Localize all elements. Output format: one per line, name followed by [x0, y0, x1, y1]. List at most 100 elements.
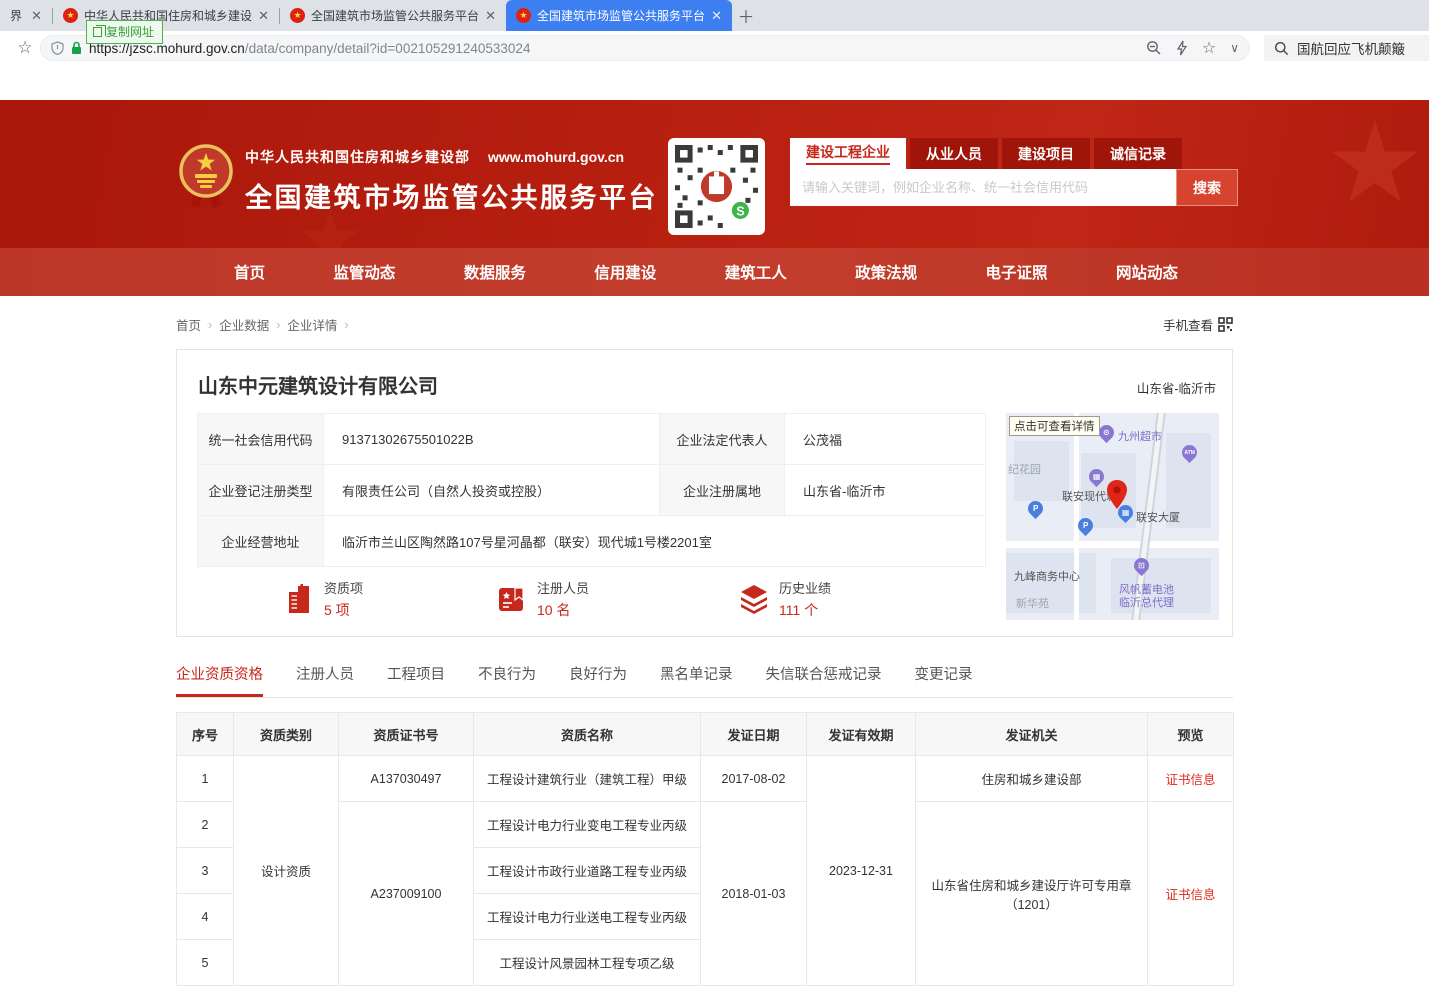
- header-qr-code: S: [668, 138, 765, 235]
- map-road: [1006, 541, 1219, 548]
- tab-qualifications[interactable]: 企业资质资格: [176, 663, 263, 697]
- certificate-info-link[interactable]: 证书信息: [1148, 756, 1234, 802]
- browser-tab-0[interactable]: 界 ✕: [0, 0, 52, 31]
- search-tab-project[interactable]: 建设项目: [1002, 138, 1090, 169]
- search-tab-credit[interactable]: 诚信记录: [1094, 138, 1182, 169]
- url-text: https://jzsc.mohurd.gov.cn/data/company/…: [89, 41, 1139, 56]
- header-search-module: 建设工程企业 从业人员 建设项目 诚信记录 搜索: [790, 138, 1238, 206]
- map-label: 纪花园: [1008, 461, 1041, 477]
- tab-close-icon[interactable]: ✕: [485, 8, 496, 24]
- nav-item-policy[interactable]: 政策法规: [855, 261, 917, 283]
- copy-icon: [93, 27, 102, 37]
- cell-qual-name: 工程设计电力行业变电工程专业丙级: [474, 802, 701, 848]
- table-row: 企业登记注册类型 有限责任公司（自然人投资或控股） 企业注册属地 山东省-临沂市: [198, 465, 986, 516]
- nav-item-home[interactable]: 首页: [234, 261, 265, 283]
- breadcrumb-company-data[interactable]: 企业数据: [219, 315, 269, 334]
- stat-registered-personnel[interactable]: 注册人员10 名: [498, 578, 589, 620]
- legal-rep-value: 公茂福: [785, 414, 986, 465]
- stat-label: 历史业绩: [779, 578, 831, 597]
- lightning-icon[interactable]: [1176, 40, 1188, 56]
- col-category: 资质类别: [234, 713, 339, 756]
- tab-good-behavior[interactable]: 良好行为: [569, 663, 627, 697]
- company-location-map[interactable]: 点击可查看详情 ⊙ 九州超市 ATM 纪花园 ▦ 联安现代城 ▦ 联安大厦 P …: [1006, 413, 1219, 620]
- reg-type-value: 有限责任公司（自然人投资或控股）: [324, 465, 660, 516]
- tab-change-records[interactable]: 变更记录: [915, 663, 973, 697]
- company-detail-card: 山东中元建筑设计有限公司 山东省-临沂市 统一社会信用代码 9137130267…: [176, 349, 1233, 637]
- nav-item-supervision[interactable]: 监管动态: [333, 261, 395, 283]
- breadcrumb-company-detail[interactable]: 企业详情: [287, 315, 337, 334]
- tab-close-icon[interactable]: ✕: [31, 8, 42, 24]
- copy-url-tooltip: 复制网址: [86, 20, 163, 44]
- tab-blacklist[interactable]: 黑名单记录: [660, 663, 733, 697]
- building-icon: [286, 584, 314, 614]
- company-info-table: 统一社会信用代码 91371302675501022B 企业法定代表人 公茂福 …: [197, 413, 986, 567]
- cell-qual-name: 工程设计电力行业送电工程专业丙级: [474, 894, 701, 940]
- cell-cert-no: A237009100: [339, 802, 474, 986]
- tab-dishonesty-records[interactable]: 失信联合惩戒记录: [766, 663, 882, 697]
- tab-bad-behavior[interactable]: 不良行为: [478, 663, 536, 697]
- cell-seq: 1: [177, 756, 234, 802]
- favorite-star-icon[interactable]: ☆: [1202, 38, 1216, 58]
- svg-text:S: S: [736, 204, 744, 218]
- col-preview: 预览: [1148, 713, 1234, 756]
- cell-seq: 3: [177, 848, 234, 894]
- browser-url-bar: ☆ https://jzsc.mohurd.gov.cn/data/compan…: [0, 31, 1429, 65]
- cell-category: 设计资质: [234, 756, 339, 986]
- stat-value: 111 个: [779, 600, 831, 620]
- tab-projects[interactable]: 工程项目: [387, 663, 445, 697]
- table-row: 统一社会信用代码 91371302675501022B 企业法定代表人 公茂福: [198, 414, 986, 465]
- cell-cert-no: A137030497: [339, 756, 474, 802]
- qr-code-icon: [1218, 317, 1233, 332]
- certificate-info-link[interactable]: 证书信息: [1148, 802, 1234, 986]
- map-label: 新华苑: [1016, 595, 1049, 611]
- chevron-down-icon[interactable]: ∨: [1230, 41, 1239, 55]
- stat-value: 5 项: [324, 600, 363, 620]
- cell-issue-date: 2018-01-03: [701, 802, 807, 986]
- cell-seq: 4: [177, 894, 234, 940]
- site-header: 中华人民共和国住房和城乡建设部www.mohurd.gov.cn 全国建筑市场监…: [0, 100, 1429, 248]
- table-header-row: 序号 资质类别 资质证书号 资质名称 发证日期 发证有效期 发证机关 预览: [177, 713, 1234, 756]
- nav-item-workers[interactable]: 建筑工人: [725, 261, 787, 283]
- map-label: 临沂总代理: [1119, 594, 1174, 610]
- cell-qual-name: 工程设计建筑行业（建筑工程）甲级: [474, 756, 701, 802]
- emblem-favicon-icon: ★: [516, 8, 531, 23]
- qualification-table: 序号 资质类别 资质证书号 资质名称 发证日期 发证有效期 发证机关 预览 1 …: [176, 712, 1234, 986]
- table-row: 1 设计资质 A137030497 工程设计建筑行业（建筑工程）甲级 2017-…: [177, 756, 1234, 802]
- search-submit-button[interactable]: 搜索: [1176, 169, 1238, 206]
- emblem-favicon-icon: ★: [290, 8, 305, 23]
- platform-title: 全国建筑市场监管公共服务平台: [245, 176, 658, 215]
- nav-item-data-service[interactable]: 数据服务: [464, 261, 526, 283]
- stat-history-performance[interactable]: 历史业绩 111 个: [739, 578, 831, 620]
- bookmark-star-icon[interactable]: ☆: [10, 38, 40, 58]
- new-tab-button[interactable]: ＋: [732, 0, 760, 31]
- browser-tab-active[interactable]: ★ 全国建筑市场监管公共服务平台 ✕: [506, 0, 732, 31]
- map-label: 九州超市: [1118, 428, 1162, 444]
- address-label: 企业经营地址: [198, 516, 324, 567]
- browser-tab-2[interactable]: ★ 全国建筑市场监管公共服务平台 ✕: [280, 0, 506, 31]
- map-road: [1074, 413, 1079, 620]
- tab-close-icon[interactable]: ✕: [711, 8, 722, 24]
- search-tab-personnel[interactable]: 从业人员: [910, 138, 998, 169]
- quick-search-box[interactable]: 国航回应飞机颠簸: [1264, 35, 1429, 61]
- cell-authority: 住房和城乡建设部: [916, 756, 1148, 802]
- col-qual-name: 资质名称: [474, 713, 701, 756]
- site-brand: 中华人民共和国住房和城乡建设部www.mohurd.gov.cn 全国建筑市场监…: [245, 147, 658, 215]
- search-category-tabs: 建设工程企业 从业人员 建设项目 诚信记录: [790, 138, 1238, 169]
- address-bar[interactable]: https://jzsc.mohurd.gov.cn/data/company/…: [40, 35, 1250, 61]
- tab-close-icon[interactable]: ✕: [258, 8, 269, 24]
- address-value: 临沂市兰山区陶然路107号星河晶都（联安）现代城1号楼2201室: [324, 516, 986, 567]
- zoom-out-icon[interactable]: [1146, 40, 1162, 56]
- map-pin-icon: [1106, 480, 1128, 510]
- mobile-view-link[interactable]: 手机查看: [1163, 315, 1233, 334]
- tab-registered-personnel[interactable]: 注册人员: [296, 663, 354, 697]
- cell-seq: 5: [177, 940, 234, 986]
- nav-item-credit[interactable]: 信用建设: [594, 261, 656, 283]
- cell-authority: 山东省住房和城乡建设厅许可专用章 （1201）: [916, 802, 1148, 986]
- search-tab-enterprise[interactable]: 建设工程企业: [790, 138, 906, 169]
- keyword-search-input[interactable]: [790, 169, 1176, 206]
- cell-qual-name: 工程设计风景园林工程专项乙级: [474, 940, 701, 986]
- stat-qualifications[interactable]: 资质项5 项: [286, 578, 363, 620]
- nav-item-site-news[interactable]: 网站动态: [1116, 261, 1178, 283]
- breadcrumb-home[interactable]: 首页: [176, 315, 201, 334]
- nav-item-e-license[interactable]: 电子证照: [986, 261, 1048, 283]
